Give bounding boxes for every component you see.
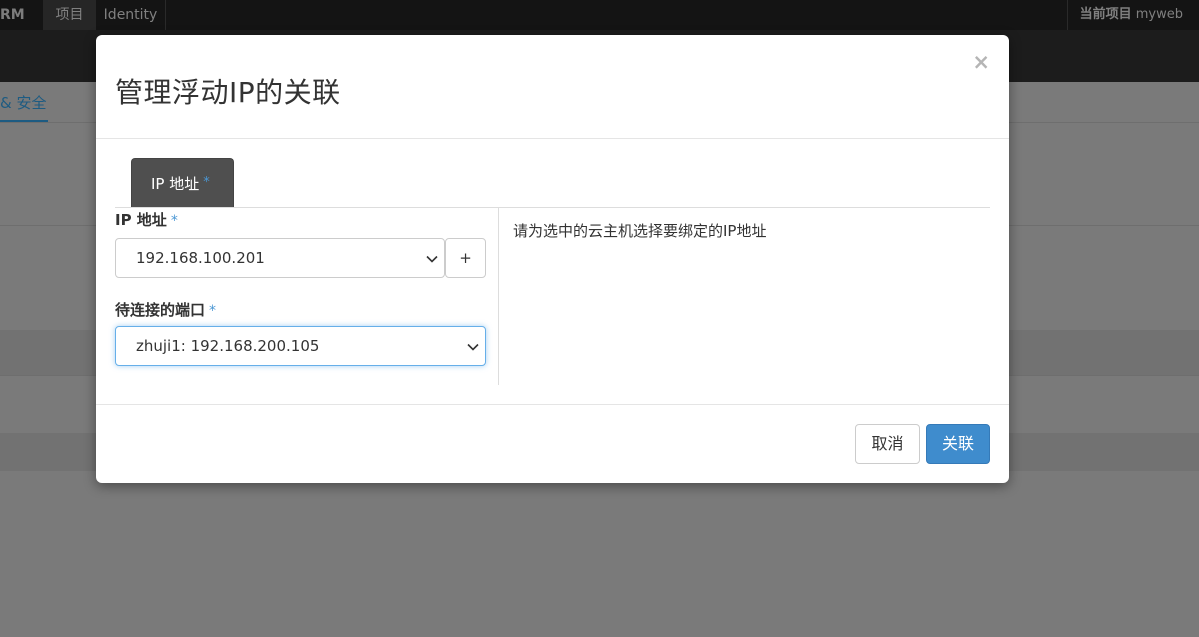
tab-ip-address[interactable]: IP 地址 * [131,158,234,208]
chevron-down-icon [426,255,438,263]
required-mark: * [170,213,178,229]
form-column: IP 地址 * 192.168.100.201 + 待连接的端口 * zhuji1:… [115,208,499,385]
port-label-text: 待连接的端口 [115,301,206,319]
ip-address-label-text: IP 地址 [115,211,167,229]
page-tab-security[interactable]: & 安全 [0,92,48,122]
brand-logo: RM [0,7,25,23]
allocate-ip-button[interactable]: + [445,238,486,278]
nav-tab-project[interactable]: 项目 [43,0,96,30]
port-value: zhuji1: 192.168.200.105 [136,337,320,355]
associate-button[interactable]: 关联 [926,424,990,464]
project-name: myweb [1135,7,1183,22]
top-navbar: RM 项目 Identity 当前项目 myweb [0,0,1199,30]
chevron-down-icon [467,343,479,351]
required-mark: * [203,175,210,190]
cancel-button[interactable]: 取消 [855,424,920,464]
modal-title: 管理浮动IP的关联 [115,76,341,109]
footer-divider [96,404,1009,405]
project-selector[interactable]: 当前项目 myweb [1066,0,1199,30]
tab-label: IP 地址 [151,175,200,193]
ip-address-label: IP 地址 * [115,209,178,230]
ip-address-select[interactable]: 192.168.100.201 [115,238,445,278]
modal-header: 管理浮动IP的关联 × [96,35,1009,139]
ip-address-value: 192.168.100.201 [136,249,265,267]
port-label: 待连接的端口 * [115,299,216,320]
close-icon[interactable]: × [972,51,990,73]
nav-tab-identity[interactable]: Identity [96,0,166,30]
project-label: 当前项目 [1079,7,1132,22]
help-text: 请为选中的云主机选择要绑定的IP地址 [513,222,767,240]
required-mark: * [209,303,217,319]
port-select[interactable]: zhuji1: 192.168.200.105 [115,326,486,366]
associate-floating-ip-dialog: 管理浮动IP的关联 × IP 地址 * IP 地址 * 192.168.100.20… [96,35,1009,483]
